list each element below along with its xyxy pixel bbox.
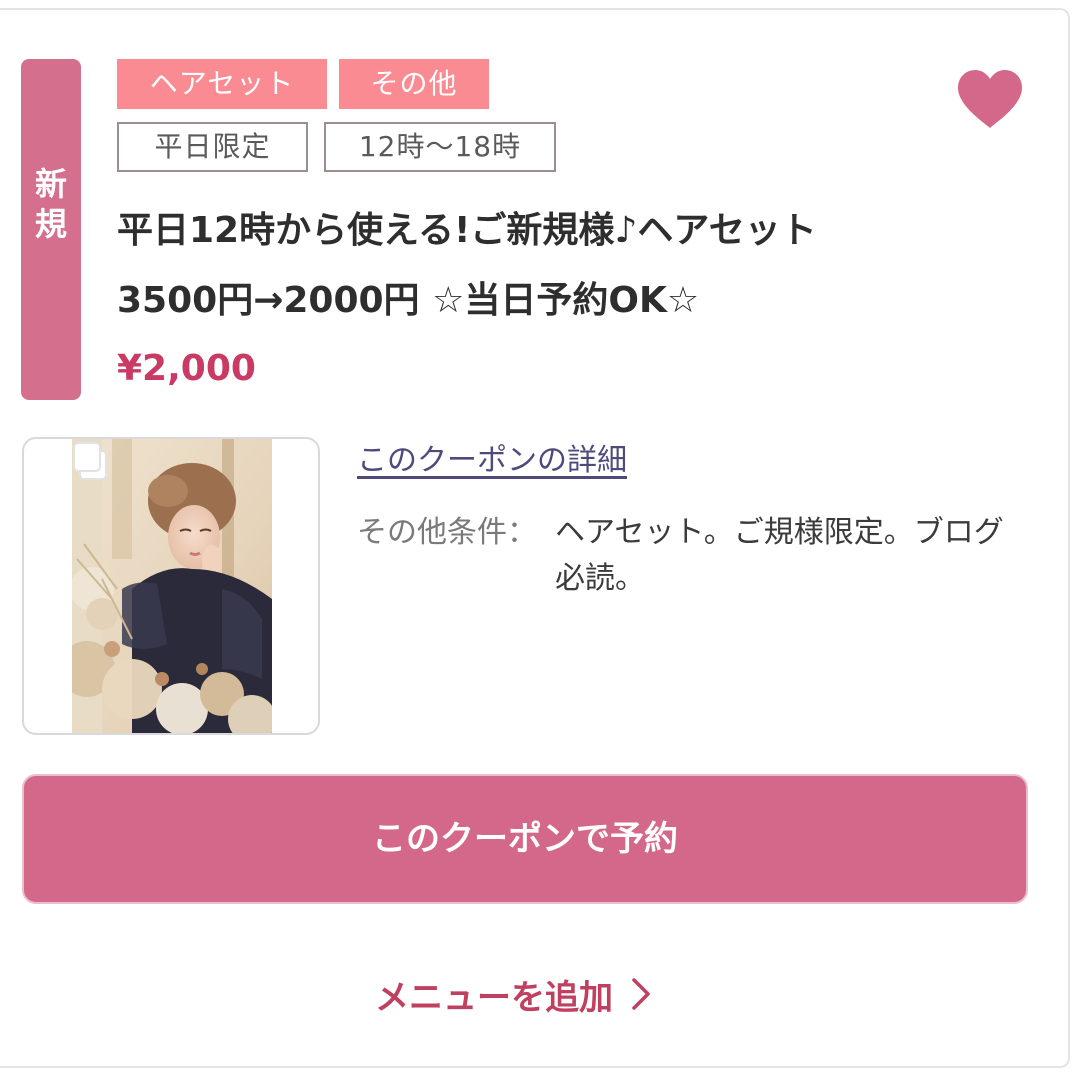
tag-other: その他 [339,59,489,109]
tag-menu-type: ヘアセット [117,59,327,109]
favorite-button[interactable] [956,68,1024,130]
coupon-price: ¥2,000 [117,348,256,389]
coupon-title: 平日12時から使える!ご新規様♪ヘアセット3500円→2000円 ☆当日予約OK… [117,210,817,321]
reserve-with-coupon-button[interactable]: このクーポンで予約 [22,774,1028,904]
heart-icon [958,70,1022,128]
conditions-label: その他条件： [357,515,537,550]
coupon-photo[interactable] [22,437,320,735]
add-menu-link[interactable]: メニューを追加 [375,968,651,1020]
chevron-right-icon [632,978,650,1010]
model-photo [72,439,272,733]
tag-availability: 平日限定 [117,122,308,172]
add-menu-label: メニューを追加 [375,977,613,1018]
new-customer-ribbon: 新 規 [21,59,81,400]
ribbon-char-1: 新 [34,164,67,203]
gallery-stack-icon [73,442,107,480]
coupon-detail-link[interactable]: このクーポンの詳細 [357,438,627,484]
ribbon-char-2: 規 [34,204,67,243]
conditions-value: ヘアセット。ご規様限定。ブログ必読。 [555,515,1004,596]
tag-time: 12時〜18時 [324,122,556,172]
